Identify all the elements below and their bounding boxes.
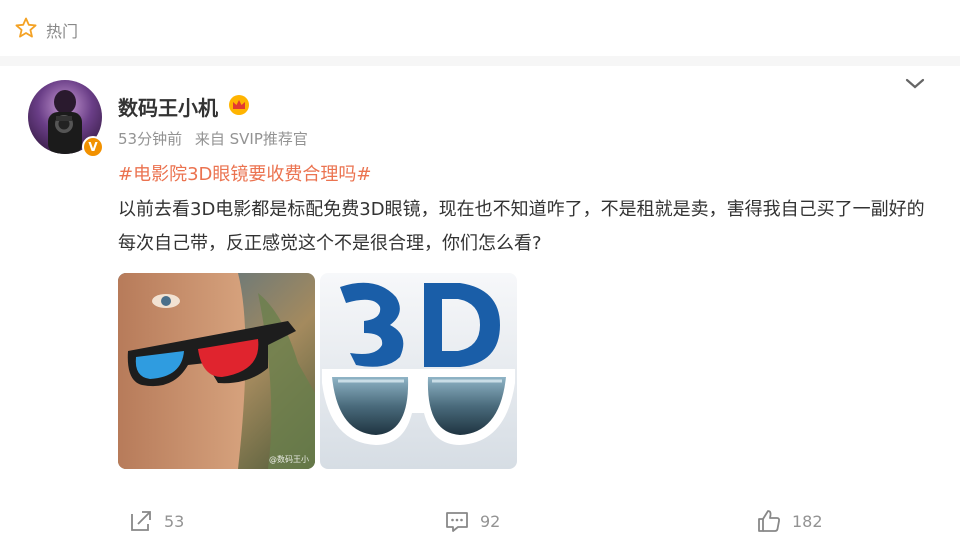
action-bar: 53 92 182 — [0, 506, 960, 536]
top-bar: 热门 — [0, 0, 960, 57]
thumbs-up-icon — [758, 510, 780, 532]
verified-badge: V — [82, 136, 104, 158]
repost-button[interactable]: 53 — [128, 506, 184, 536]
post-source[interactable]: 来自 SVIP推荐官 — [195, 130, 308, 148]
weibo-post-card: V 数码王小机 53分钟前 来自 SVIP推荐官 #电影院3D眼镜要收费合理吗#… — [0, 66, 960, 551]
image-watermark: @数码王小 — [269, 455, 309, 464]
post-meta: 53分钟前 来自 SVIP推荐官 — [118, 128, 316, 149]
post-image-3d-logo-glasses[interactable] — [320, 273, 517, 469]
comment-count: 92 — [480, 511, 501, 531]
like-button[interactable]: 182 — [756, 506, 823, 536]
username[interactable]: 数码王小机 — [118, 92, 218, 121]
comment-icon — [446, 512, 468, 532]
hashtag-link[interactable]: #电影院3D眼镜要收费合理吗# — [118, 160, 371, 186]
share-icon — [131, 511, 151, 531]
like-count: 182 — [792, 511, 823, 531]
post-image-man-with-3d-glasses[interactable]: @数码王小 — [118, 273, 315, 469]
post-content: 以前去看3D电影都是标配免费3D眼镜，现在也不知道咋了，不是租就是卖，害得我自己… — [118, 199, 925, 254]
repost-count: 53 — [164, 511, 185, 531]
section-divider — [0, 56, 960, 66]
section-title: 热门 — [46, 22, 79, 41]
post-time: 53分钟前 — [118, 130, 183, 148]
comment-button[interactable]: 92 — [444, 506, 500, 536]
star-icon — [15, 17, 37, 38]
crown-icon — [229, 95, 249, 115]
chevron-down-icon[interactable] — [904, 76, 926, 92]
